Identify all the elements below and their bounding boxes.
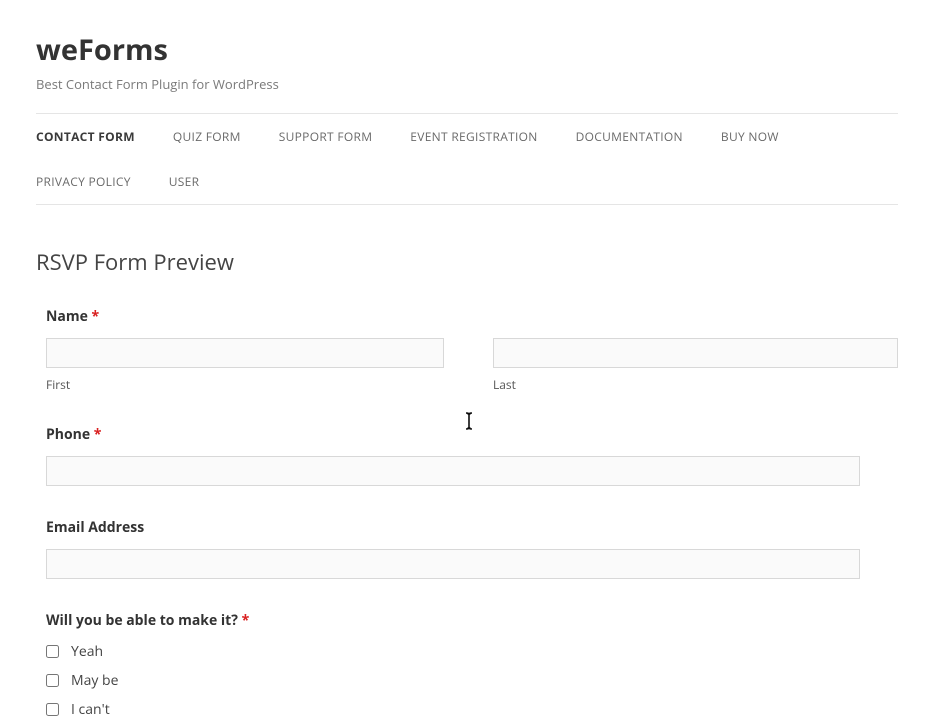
nav-user[interactable]: USER [169,159,200,204]
nav-support-form[interactable]: SUPPORT FORM [279,114,373,159]
phone-label-text: Phone [46,425,90,444]
site-tagline: Best Contact Form Plugin for WordPress [36,75,898,93]
field-email: Email Address [46,518,898,579]
attend-label-text: Will you be able to make it? [46,611,238,630]
first-name-sublabel: First [46,376,451,393]
required-marker: * [92,307,100,326]
field-name: Name * First Last [46,307,898,393]
required-marker: * [94,425,102,444]
first-name-input[interactable] [46,338,444,368]
field-phone: Phone * [46,425,898,486]
email-label-text: Email Address [46,518,144,537]
nav-buy-now[interactable]: BUY NOW [721,114,779,159]
last-name-input[interactable] [493,338,898,368]
name-label: Name * [46,307,898,326]
attend-option: May be [46,671,898,690]
email-input[interactable] [46,549,860,579]
email-label: Email Address [46,518,898,537]
attend-option-label: I can't [71,700,110,719]
attend-option-label: May be [71,671,118,690]
last-name-sublabel: Last [493,376,898,393]
attend-option: I can't [46,700,898,719]
nav-documentation[interactable]: DOCUMENTATION [576,114,683,159]
nav-event-registration[interactable]: EVENT REGISTRATION [410,114,537,159]
nav-quiz-form[interactable]: QUIZ FORM [173,114,241,159]
attend-option: Yeah [46,642,898,661]
page-title: RSVP Form Preview [36,247,898,277]
attend-label: Will you be able to make it? * [46,611,898,630]
rsvp-form: Name * First Last Phone * [36,307,898,719]
name-label-text: Name [46,307,88,326]
attend-option-label: Yeah [71,642,103,661]
phone-input[interactable] [46,456,860,486]
required-marker: * [242,611,250,630]
nav-privacy-policy[interactable]: PRIVACY POLICY [36,159,131,204]
primary-nav: CONTACT FORM QUIZ FORM SUPPORT FORM EVEN… [36,113,898,205]
field-attend: Will you be able to make it? * Yeah May … [46,611,898,719]
attend-checkbox-yeah[interactable] [46,645,59,658]
site-title: weForms [36,30,898,69]
attend-checkbox-icant[interactable] [46,703,59,716]
attend-checkbox-maybe[interactable] [46,674,59,687]
nav-contact-form[interactable]: CONTACT FORM [36,114,135,159]
phone-label: Phone * [46,425,898,444]
